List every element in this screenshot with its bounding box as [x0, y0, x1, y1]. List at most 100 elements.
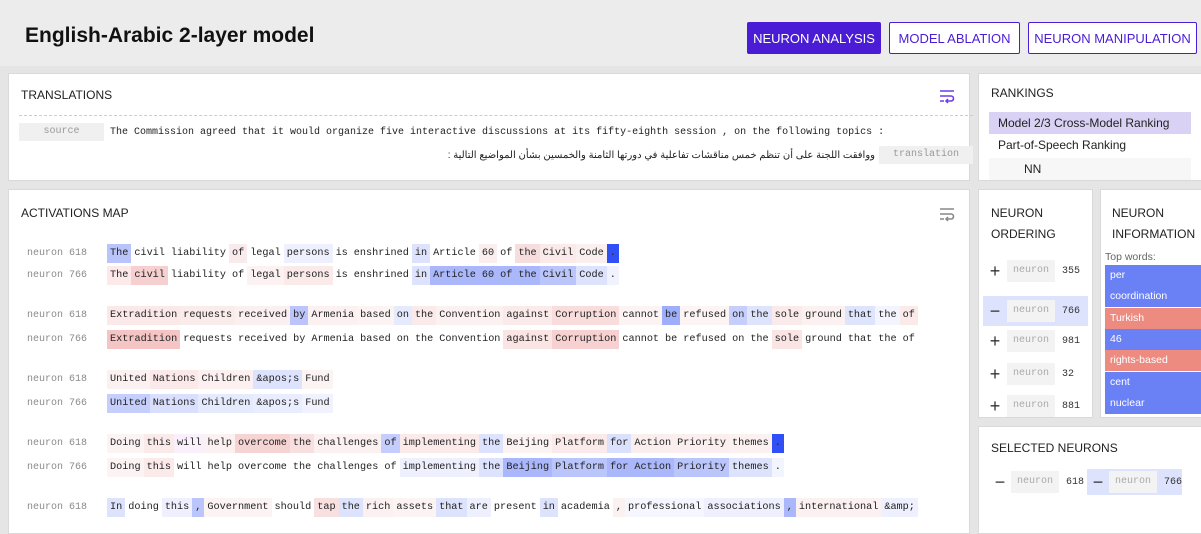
ordering-title-line2: ORDERING — [991, 227, 1056, 241]
ordering-item[interactable]: + neuron 32 — [983, 361, 1088, 387]
ordering-item[interactable]: + neuron 981 — [983, 328, 1088, 354]
activation-token: Fund — [302, 394, 333, 413]
neuron-chip-label: neuron — [1108, 471, 1157, 493]
tab-neuron-analysis[interactable]: NEURON ANALYSIS — [747, 22, 881, 54]
activation-token: of — [384, 462, 397, 473]
activation-token: this — [143, 458, 175, 477]
activation-token: challenges — [314, 434, 382, 453]
wrap-text-icon[interactable] — [938, 88, 956, 104]
neuron-label: neuron 766 — [27, 334, 88, 345]
activation-token: Civil — [539, 266, 577, 285]
plus-icon[interactable]: + — [983, 331, 1007, 352]
activation-token: legal — [247, 266, 284, 285]
activation-token: on — [396, 334, 409, 345]
activation-token: international — [795, 498, 882, 517]
activation-token: the — [515, 266, 540, 285]
activation-token: that — [844, 306, 876, 325]
activation-token: by — [293, 334, 306, 345]
activation-token: based — [357, 306, 394, 325]
source-text: The Commission agreed that it would orga… — [110, 126, 885, 138]
neuron-information-panel: NEURON INFORMATION Top words: per coordin… — [1100, 189, 1201, 418]
activation-token: 60 — [478, 266, 498, 285]
translation-tag: translation — [878, 146, 973, 164]
minus-icon[interactable]: − — [989, 472, 1011, 493]
top-word: 46 — [1105, 328, 1201, 350]
activation-token: should — [274, 502, 312, 513]
activation-token: the — [411, 306, 437, 325]
activation-token: In — [107, 498, 126, 517]
plus-icon[interactable]: + — [983, 396, 1007, 417]
activation-token: Platform — [552, 434, 608, 453]
activation-token: present — [493, 502, 537, 513]
activation-token: cannot — [622, 334, 660, 345]
top-word: coordination — [1105, 286, 1201, 308]
activation-token: The — [107, 266, 132, 285]
activation-token: for — [607, 434, 632, 453]
minus-icon[interactable]: − — [983, 301, 1007, 322]
wrap-text-icon[interactable] — [938, 206, 956, 222]
activation-token: Armenia — [308, 306, 358, 325]
activation-token: Government — [204, 498, 272, 517]
selected-neuron[interactable]: − neuron 618 — [989, 469, 1084, 495]
activation-token: rich — [362, 498, 394, 517]
activation-token: . — [771, 458, 784, 477]
activation-token: academia — [560, 502, 610, 513]
activation-token: the — [878, 334, 897, 345]
activation-token: Children — [198, 370, 254, 389]
ranking-item-cross-model[interactable]: Model 2/3 Cross-Model Ranking — [989, 112, 1191, 134]
activation-token: in — [411, 266, 431, 285]
activation-token: Priority — [674, 434, 730, 453]
activation-token: of — [899, 306, 918, 325]
minus-icon[interactable]: − — [1087, 472, 1109, 493]
neuron-id: 32 — [1062, 368, 1075, 380]
plus-icon[interactable]: + — [983, 364, 1007, 385]
ordering-item[interactable]: + neuron 881 — [983, 393, 1088, 419]
ranking-item-pos[interactable]: Part-of-Speech Ranking — [989, 134, 1191, 156]
activation-token: Doing — [107, 458, 144, 477]
activation-token: civil — [134, 248, 165, 259]
neuron-id: 881 — [1062, 400, 1081, 412]
activation-token: Beijing — [503, 458, 553, 477]
activation-token: Extradition — [107, 330, 181, 349]
activation-token: persons — [283, 266, 333, 285]
activation-token: . — [606, 244, 619, 263]
activation-token: this — [143, 434, 175, 453]
activation-token: the — [750, 334, 769, 345]
ordering-item[interactable]: + neuron 355 — [983, 258, 1088, 284]
activation-token: of — [231, 270, 245, 281]
activation-token: professional — [624, 498, 705, 517]
activation-token: persons — [283, 244, 333, 263]
top-word: nuclear — [1105, 392, 1201, 414]
app-header: English-Arabic 2-layer model NEURON ANAL… — [0, 0, 1201, 66]
activation-token: liability — [170, 248, 226, 259]
tab-neuron-manipulation[interactable]: NEURON MANIPULATION — [1028, 22, 1197, 54]
activation-token: associations — [704, 498, 784, 517]
activation-token: of — [228, 244, 248, 263]
activation-token: overcome — [237, 462, 287, 473]
activation-row: neuron 766 Doing this will help overcome the ch… — [27, 458, 784, 477]
ranking-subitem-nn[interactable]: NN — [989, 158, 1191, 180]
activation-token: doing — [128, 502, 159, 513]
neuron-label: neuron 618 — [27, 438, 88, 449]
selected-neuron[interactable]: − neuron 766 — [1087, 469, 1182, 495]
activation-token: . — [771, 434, 784, 453]
activation-token: Doing — [107, 434, 144, 453]
tab-model-ablation[interactable]: MODEL ABLATION — [889, 22, 1020, 54]
activation-token: &apos;s — [253, 370, 303, 389]
activation-token: of — [381, 434, 400, 453]
ordering-title-line1: NEURON — [991, 206, 1044, 220]
activation-token: , — [192, 498, 205, 517]
plus-icon[interactable]: + — [983, 261, 1007, 282]
activation-token: Convention — [436, 306, 504, 325]
activation-token: . — [606, 266, 619, 285]
activation-row: neuron 766 United Nations Children &apos;s Fu… — [27, 394, 333, 413]
activation-token: by — [290, 306, 309, 325]
activation-token: ground — [802, 306, 845, 325]
neuron-label: neuron 766 — [27, 398, 88, 409]
neuron-chip-label: neuron — [1007, 260, 1056, 282]
ordering-item[interactable]: − neuron 766 — [983, 296, 1088, 326]
activation-token: Extradition — [107, 306, 181, 325]
activation-token: challenges — [317, 462, 379, 473]
activation-token: ground — [805, 334, 842, 345]
activation-token: the — [338, 498, 363, 517]
